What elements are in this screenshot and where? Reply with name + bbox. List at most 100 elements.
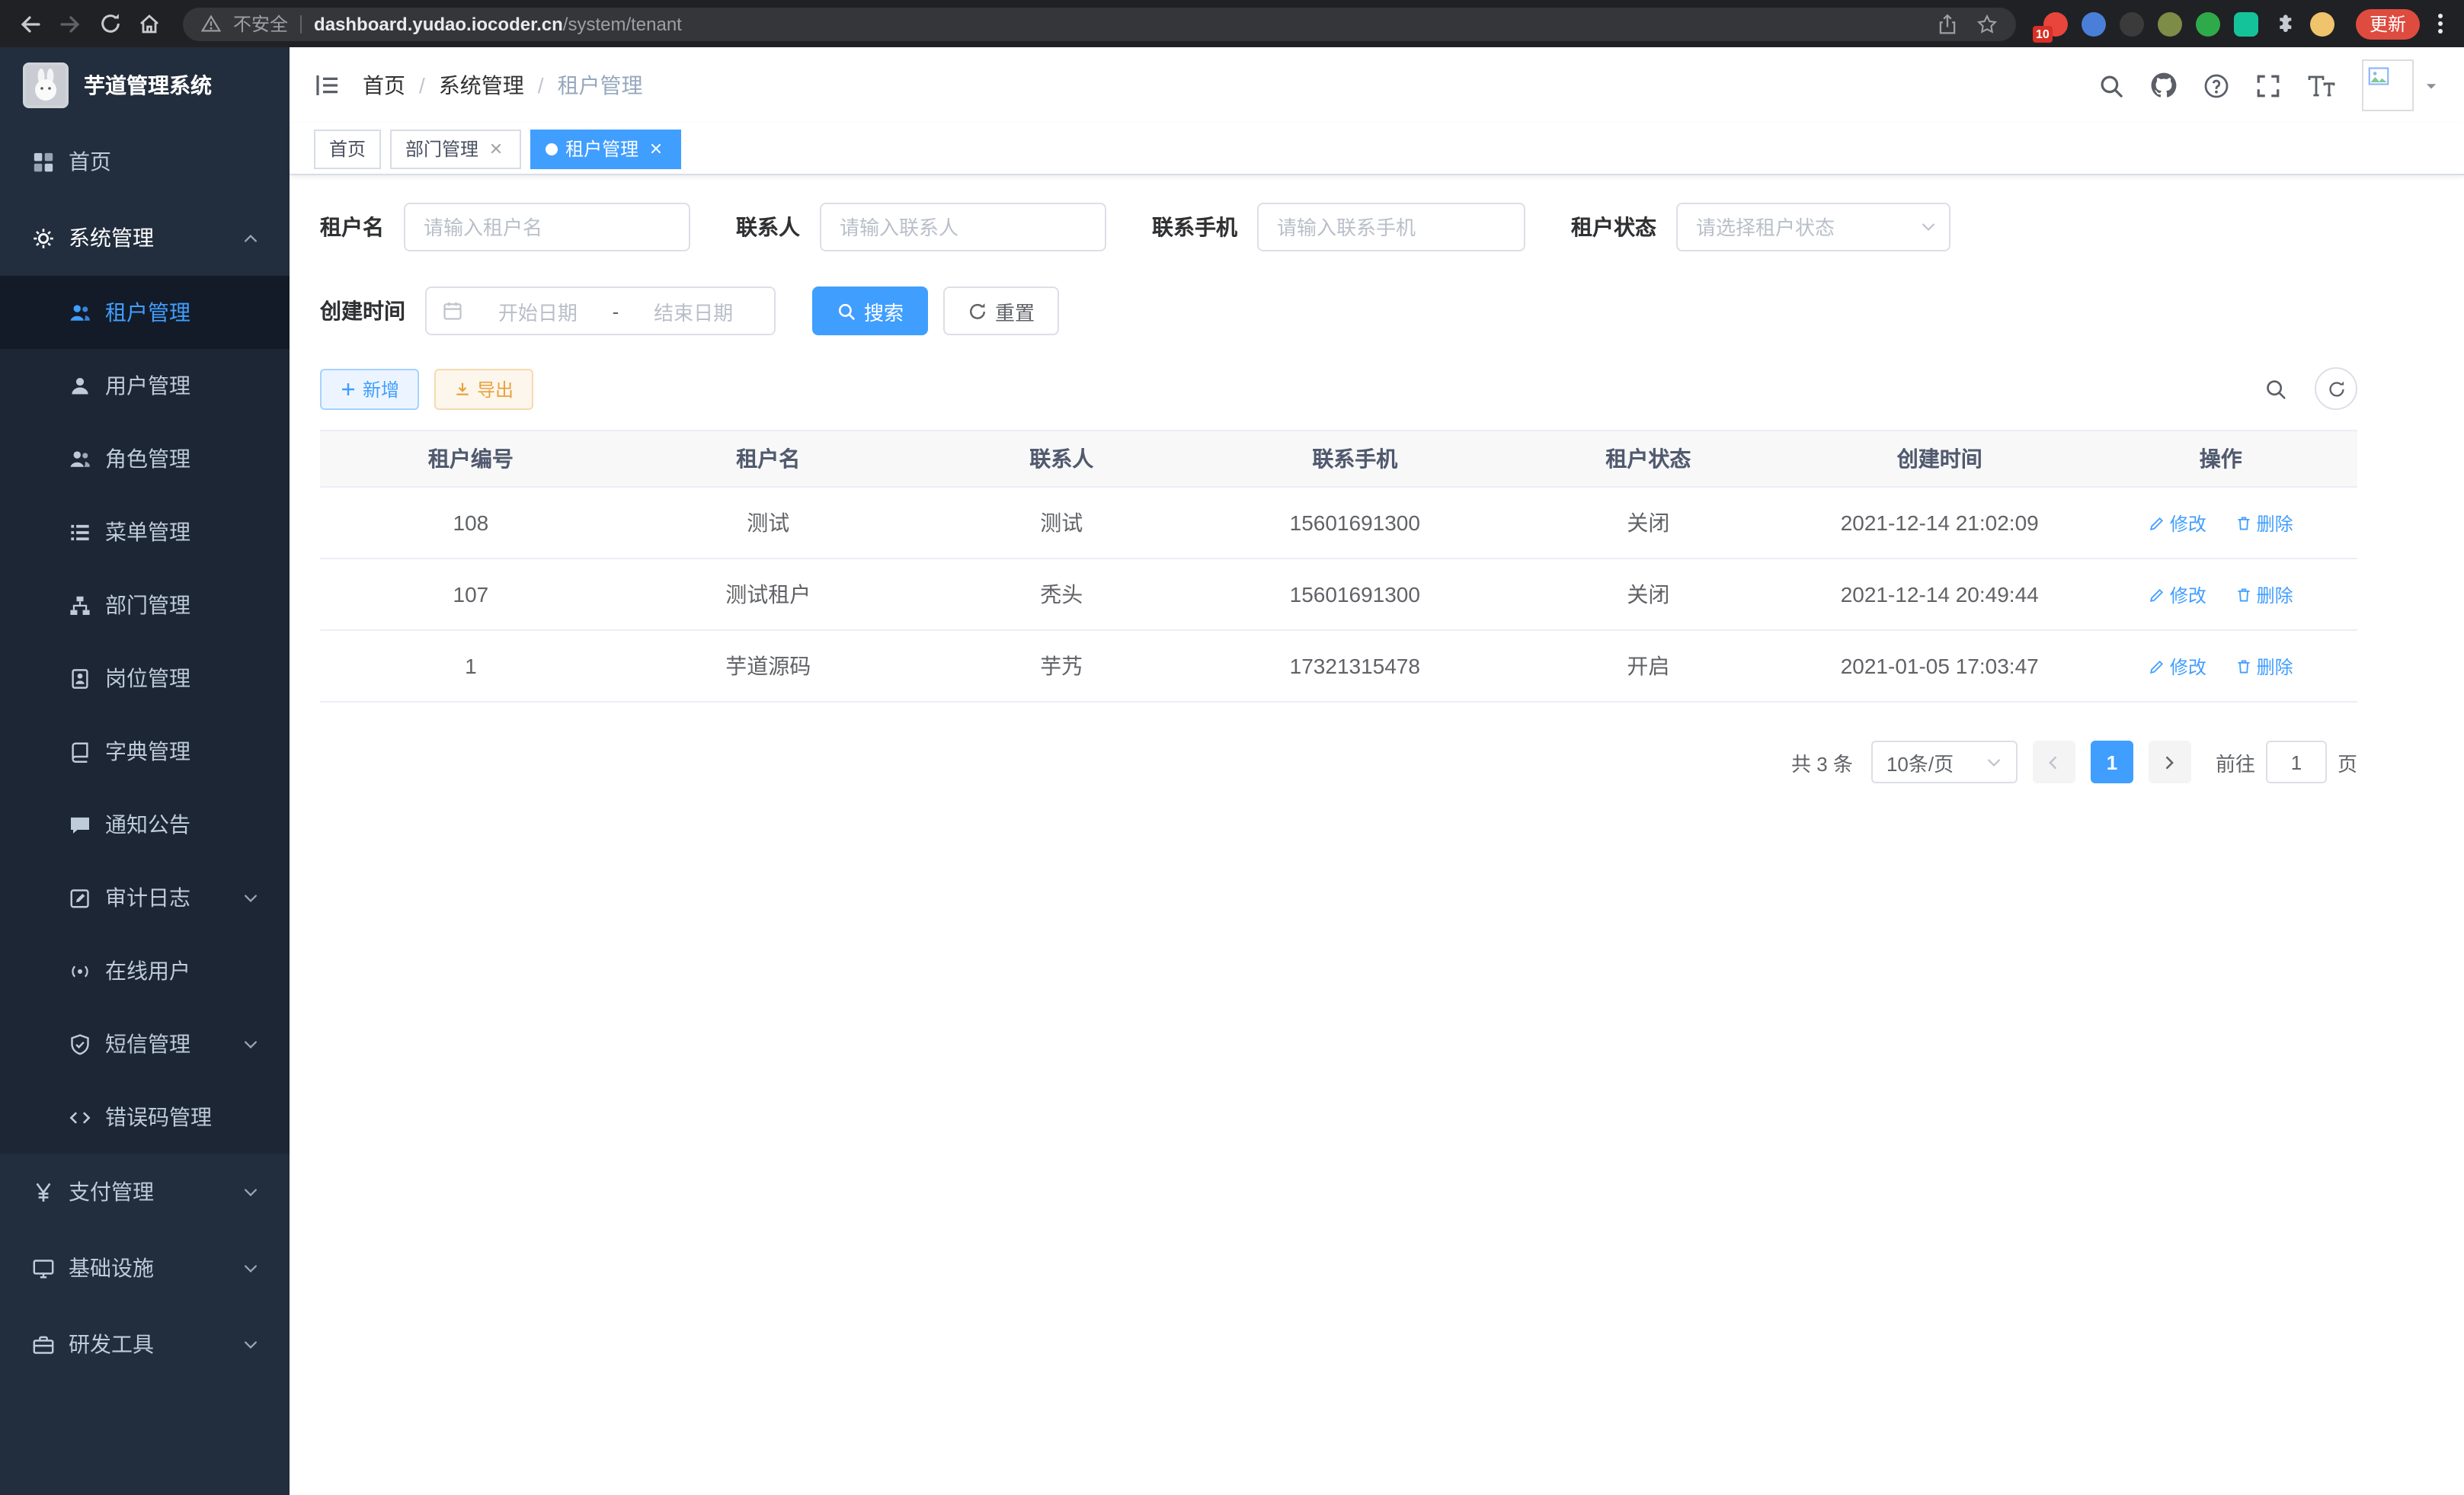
page-number-1[interactable]: 1 [2091, 741, 2133, 783]
cell-contact: 测试 [915, 487, 1208, 559]
url-text[interactable]: dashboard.yudao.iocoder.cn/system/tenant [314, 13, 1925, 34]
topbar: 首页 / 系统管理 / 租户管理 [290, 47, 2464, 123]
cell-tenant-id: 107 [320, 559, 622, 630]
tab-label: 部门管理 [405, 136, 478, 162]
cell-actions: 修改 删除 [2085, 487, 2357, 559]
sidebar-item-infra[interactable]: 基础设施 [0, 1230, 290, 1306]
security-label[interactable]: 不安全 [233, 11, 288, 37]
page-size-select[interactable]: 10条/页 [1871, 741, 2018, 783]
sidebar-item-home[interactable]: 首页 [0, 123, 290, 200]
reload-icon[interactable] [91, 5, 128, 42]
prev-page-icon[interactable] [2033, 741, 2075, 783]
date-range-picker[interactable]: 开始日期 - 结束日期 [425, 287, 776, 335]
sidebar-item-notice[interactable]: 通知公告 [0, 788, 290, 861]
edit-link[interactable]: 修改 [2149, 581, 2206, 607]
app-logo[interactable]: 芋道管理系统 [0, 47, 290, 123]
filter-status: 租户状态 [1571, 203, 1950, 251]
fullscreen-icon[interactable] [2255, 72, 2281, 98]
gear-icon [30, 226, 55, 250]
close-icon[interactable] [486, 139, 506, 158]
tab-tenant[interactable]: 租户管理 [530, 129, 681, 168]
sidebar-item-dept[interactable]: 部门管理 [0, 568, 290, 642]
sidebar-item-label: 错误码管理 [105, 1102, 212, 1132]
extension-icon[interactable]: 10 [2043, 11, 2068, 36]
next-page-icon[interactable] [2149, 741, 2191, 783]
phone-input[interactable] [1257, 203, 1525, 251]
home-nav-icon[interactable] [131, 5, 168, 42]
close-icon[interactable] [646, 139, 666, 158]
table-row[interactable]: 108 测试 测试 15601691300 关闭 2021-12-14 21:0… [320, 487, 2357, 559]
omnibox-actions [1937, 13, 1998, 34]
search-toggle-icon[interactable] [2254, 367, 2296, 410]
status-select-input[interactable] [1676, 203, 1950, 251]
help-icon[interactable] [2203, 72, 2229, 98]
breadcrumb-system[interactable]: 系统管理 [439, 70, 524, 101]
extension-icon[interactable] [2082, 11, 2106, 36]
field-label: 创建时间 [320, 296, 405, 326]
sidebar-item-system[interactable]: 系统管理 [0, 200, 290, 276]
edit-link[interactable]: 修改 [2149, 653, 2206, 679]
code-icon [67, 1105, 91, 1129]
url-bar[interactable]: 不安全 dashboard.yudao.iocoder.cn/system/te… [183, 7, 2016, 40]
browser-update-button[interactable]: 更新 [2356, 8, 2420, 39]
search-icon[interactable] [2098, 72, 2124, 98]
sidebar-item-online[interactable]: 在线用户 [0, 934, 290, 1007]
sidebar-item-label: 审计日志 [105, 882, 190, 913]
add-button[interactable]: 新增 [320, 368, 419, 409]
bookmark-star-icon[interactable] [1976, 13, 1998, 34]
extensions-puzzle-icon[interactable] [2272, 11, 2296, 36]
extension-icon[interactable] [2158, 11, 2182, 36]
sidebar-item-pay[interactable]: 支付管理 [0, 1154, 290, 1230]
chevron-up-icon [242, 229, 259, 246]
status-select[interactable] [1676, 203, 1950, 251]
goto-page-input[interactable] [2266, 741, 2327, 783]
cell-contact: 秃头 [915, 559, 1208, 630]
sidebar-item-menu[interactable]: 菜单管理 [0, 495, 290, 568]
font-size-icon[interactable] [2307, 72, 2336, 98]
breadcrumb-home[interactable]: 首页 [363, 70, 405, 101]
breadcrumb-separator: / [419, 73, 425, 98]
edit-link[interactable]: 修改 [2149, 510, 2206, 536]
column-header: 租户状态 [1502, 431, 1795, 487]
forward-icon[interactable] [52, 5, 88, 42]
refresh-icon[interactable] [2315, 367, 2357, 410]
tab-home[interactable]: 首页 [314, 129, 381, 168]
back-icon[interactable] [12, 5, 49, 42]
sidebar-item-post[interactable]: 岗位管理 [0, 642, 290, 715]
tab-dept[interactable]: 部门管理 [390, 129, 521, 168]
sidebar-item-errcode[interactable]: 错误码管理 [0, 1080, 290, 1154]
sidebar-item-user[interactable]: 用户管理 [0, 349, 290, 422]
sidebar-item-audit[interactable]: 审计日志 [0, 861, 290, 934]
search-button-label: 搜索 [864, 296, 904, 325]
sidebar-collapse-icon[interactable] [314, 72, 341, 99]
caret-down-icon [2423, 77, 2440, 94]
user-avatar[interactable] [2362, 59, 2440, 111]
delete-link[interactable]: 删除 [2235, 510, 2293, 536]
cell-tenant-name: 测试租户 [622, 559, 915, 630]
tenant-name-input[interactable] [404, 203, 690, 251]
table-row[interactable]: 1 芋道源码 芋艿 17321315478 开启 2021-01-05 17:0… [320, 630, 2357, 702]
extension-icon[interactable] [2196, 11, 2220, 36]
extension-icon[interactable] [2120, 11, 2144, 36]
profile-avatar-icon[interactable] [2310, 11, 2334, 36]
sidebar-item-tools[interactable]: 研发工具 [0, 1306, 290, 1382]
message-icon [67, 812, 91, 837]
contact-input[interactable] [820, 203, 1106, 251]
share-icon[interactable] [1937, 13, 1958, 34]
sidebar-item-role[interactable]: 角色管理 [0, 422, 290, 495]
reset-button[interactable]: 重置 [943, 287, 1059, 335]
tags-view-bar: 首页 部门管理 租户管理 [290, 123, 2464, 175]
sidebar-item-sms[interactable]: 短信管理 [0, 1007, 290, 1080]
browser-chrome: 不安全 dashboard.yudao.iocoder.cn/system/te… [0, 0, 2464, 47]
delete-link[interactable]: 删除 [2235, 581, 2293, 607]
update-label: 更新 [2370, 11, 2406, 37]
browser-menu-icon[interactable] [2429, 14, 2452, 34]
export-button[interactable]: 导出 [434, 368, 533, 409]
search-button[interactable]: 搜索 [812, 287, 928, 335]
delete-link[interactable]: 删除 [2235, 653, 2293, 679]
extension-icon[interactable] [2234, 11, 2258, 36]
table-row[interactable]: 107 测试租户 秃头 15601691300 关闭 2021-12-14 20… [320, 559, 2357, 630]
sidebar-item-tenant[interactable]: 租户管理 [0, 276, 290, 349]
sidebar-item-dict[interactable]: 字典管理 [0, 715, 290, 788]
github-icon[interactable] [2150, 72, 2178, 99]
